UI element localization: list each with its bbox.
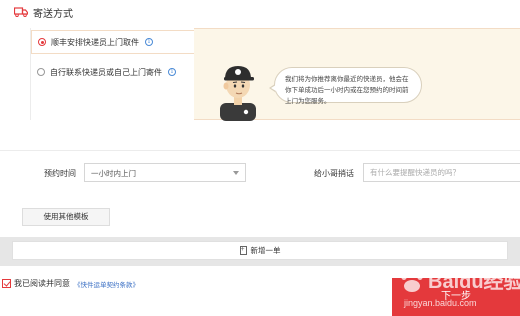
agreement-row: 我已阅读并同意 《快件运单契约条款》 bbox=[2, 278, 139, 289]
appointment-time-select[interactable]: 一小时内上门 bbox=[84, 163, 246, 182]
section-title: 寄送方式 bbox=[33, 8, 73, 20]
terms-link[interactable]: 《快件运单契约条款》 bbox=[74, 279, 139, 289]
agreement-checkbox[interactable] bbox=[2, 279, 11, 288]
courier-illustration bbox=[220, 66, 256, 121]
option-label: 顺丰安排快递员上门取件 bbox=[51, 37, 139, 47]
appointment-time-label: 预约时间 bbox=[44, 169, 76, 178]
option-self-send[interactable]: 自行联系快递员或自己上门寄件 i bbox=[31, 60, 196, 84]
select-value: 一小时内上门 bbox=[91, 169, 136, 178]
speech-bubble: 我们将为你推荐离你最近的快递员，他会在你下单成功后一小时内或在您预约的时间前上门… bbox=[269, 67, 422, 105]
info-icon[interactable]: i bbox=[168, 68, 176, 76]
next-step-button[interactable]: 下一步 bbox=[392, 278, 520, 316]
agreement-text: 我已阅读并同意 bbox=[14, 279, 70, 288]
add-document-icon bbox=[239, 245, 247, 255]
option-label: 自行联系快递员或自己上门寄件 bbox=[50, 67, 162, 77]
radio-selected[interactable] bbox=[38, 38, 46, 46]
radio-unselected[interactable] bbox=[37, 68, 45, 76]
divider bbox=[0, 150, 520, 151]
shipping-panel: 寄送方式 顺丰安排快递员上门取件 i 自行联系快递员或自己上门寄件 i 我们将为… bbox=[0, 0, 520, 237]
info-box: 我们将为你推荐离你最近的快递员，他会在你下单成功后一小时内或在您预约的时间前上门… bbox=[194, 28, 520, 121]
delivery-options: 顺丰安排快递员上门取件 i 自行联系快递员或自己上门寄件 i bbox=[30, 28, 196, 120]
courier-message-label: 给小哥捎话 bbox=[314, 169, 354, 178]
truck-icon bbox=[14, 7, 28, 17]
add-order-button[interactable]: 新增一单 bbox=[12, 241, 508, 260]
info-icon[interactable]: i bbox=[145, 38, 153, 46]
option-courier-pickup[interactable]: 顺丰安排快递员上门取件 i bbox=[31, 30, 196, 54]
add-order-label: 新增一单 bbox=[250, 246, 281, 255]
chevron-down-icon bbox=[233, 171, 239, 175]
bottom-bar: 我已阅读并同意 《快件运单契约条款》 下一步 bbox=[0, 266, 520, 316]
use-other-template-button[interactable]: 使用其他模板 bbox=[22, 208, 110, 226]
section-header: 寄送方式 bbox=[14, 4, 73, 20]
courier-message-input[interactable] bbox=[363, 163, 520, 182]
